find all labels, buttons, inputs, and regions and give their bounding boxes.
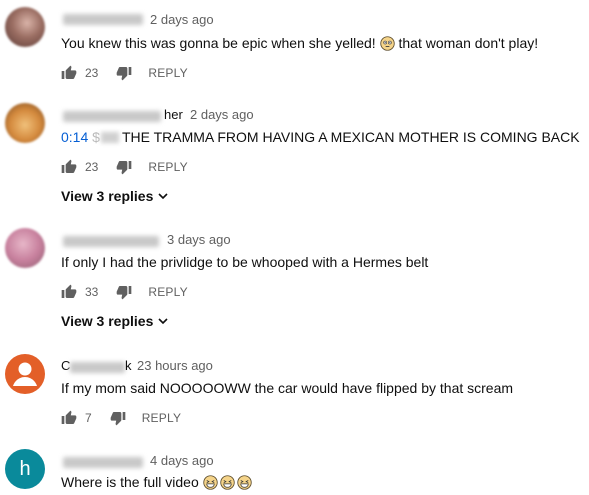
action-bar: 33 REPLY xyxy=(61,284,188,300)
comment-time[interactable]: 2 days ago xyxy=(190,107,254,122)
like-count: 33 xyxy=(85,285,99,299)
avatar[interactable] xyxy=(5,103,45,143)
author-name-tail[interactable]: k xyxy=(125,358,132,373)
thumb-up-icon[interactable] xyxy=(61,284,77,300)
thumb-up-icon[interactable] xyxy=(61,65,77,81)
like-count: 23 xyxy=(85,160,99,174)
author-name-tail[interactable]: her xyxy=(164,107,183,122)
comment-3: 3 days ago If only I had the privlidge t… xyxy=(0,228,589,338)
author-name[interactable] xyxy=(63,14,143,25)
comment-2: her 2 days ago 0:14 $ THE TRAMMA FROM HAV… xyxy=(0,103,589,213)
action-bar: 7 REPLY xyxy=(61,410,181,426)
author-name-head[interactable]: C xyxy=(61,358,70,373)
reply-button[interactable]: REPLY xyxy=(148,160,187,174)
thumb-down-icon[interactable] xyxy=(116,284,132,300)
view-replies-label: View 3 replies xyxy=(61,188,154,204)
avatar[interactable] xyxy=(5,7,45,47)
thumb-down-icon[interactable] xyxy=(116,65,132,81)
comment-text-part: THE TRAMMA FROM HAVING A MEXICAN MOTHER … xyxy=(121,129,580,145)
chevron-down-icon xyxy=(158,317,168,324)
author-name[interactable] xyxy=(63,236,159,247)
grinning-squinting-face-emoji xyxy=(236,475,252,490)
comment-text: If my mom said NOOOOOWW the car would ha… xyxy=(61,380,514,396)
comment-text-part: that woman don't play! xyxy=(394,35,539,51)
comment-text: You knew this was gonna be epic when she… xyxy=(61,35,538,51)
comment-1: 2 days ago You knew this was gonna be ep… xyxy=(0,7,589,87)
grinning-squinting-face-emoji xyxy=(202,475,218,490)
comment-time[interactable]: 3 days ago xyxy=(167,232,231,247)
comment-4: C k 23 hours ago If my mom said NOOOOOWW… xyxy=(0,354,589,434)
comment-text-part: Where is the full video xyxy=(61,474,203,490)
avatar[interactable]: h xyxy=(5,449,45,489)
like-count: 7 xyxy=(85,411,92,425)
reply-button[interactable]: REPLY xyxy=(148,66,187,80)
like-count: 23 xyxy=(85,66,99,80)
comment-time[interactable]: 4 days ago xyxy=(150,453,214,468)
thumb-down-icon[interactable] xyxy=(110,410,126,426)
avatar-letter: h xyxy=(19,458,31,480)
action-bar: 23 REPLY xyxy=(61,65,188,81)
avatar[interactable] xyxy=(5,354,45,394)
comment-text-prefix: $ xyxy=(92,129,100,145)
timestamp-link[interactable]: 0:14 xyxy=(61,129,88,145)
reply-button[interactable]: REPLY xyxy=(148,285,187,299)
action-bar: 23 REPLY xyxy=(61,159,188,175)
view-replies-button[interactable]: View 3 replies xyxy=(61,188,168,204)
view-replies-button[interactable]: View 3 replies xyxy=(61,313,168,329)
flushed-face-emoji xyxy=(379,36,395,51)
thumb-up-icon[interactable] xyxy=(61,159,77,175)
comment-time[interactable]: 23 hours ago xyxy=(137,358,213,373)
comment-time[interactable]: 2 days ago xyxy=(150,12,214,27)
grinning-squinting-face-emoji xyxy=(219,475,235,490)
redacted-text xyxy=(100,132,119,143)
view-replies-label: View 3 replies xyxy=(61,313,154,329)
comment-text: Where is the full video xyxy=(61,474,252,490)
reply-button[interactable]: REPLY xyxy=(142,411,181,425)
comment-5: h 4 days ago Where is the full video xyxy=(0,449,589,495)
comment-text: 0:14 $ THE TRAMMA FROM HAVING A MEXICAN M… xyxy=(61,129,580,145)
comment-text-part: You knew this was gonna be epic when she… xyxy=(61,35,380,51)
default-avatar-icon xyxy=(13,362,37,386)
thumb-up-icon[interactable] xyxy=(61,410,77,426)
author-name[interactable] xyxy=(63,111,161,122)
comment-text: If only I had the privlidge to be whoope… xyxy=(61,254,429,270)
avatar[interactable] xyxy=(5,228,45,268)
thumb-down-icon[interactable] xyxy=(116,159,132,175)
author-name[interactable] xyxy=(70,362,125,373)
chevron-down-icon xyxy=(158,192,168,199)
author-name[interactable] xyxy=(63,457,143,468)
